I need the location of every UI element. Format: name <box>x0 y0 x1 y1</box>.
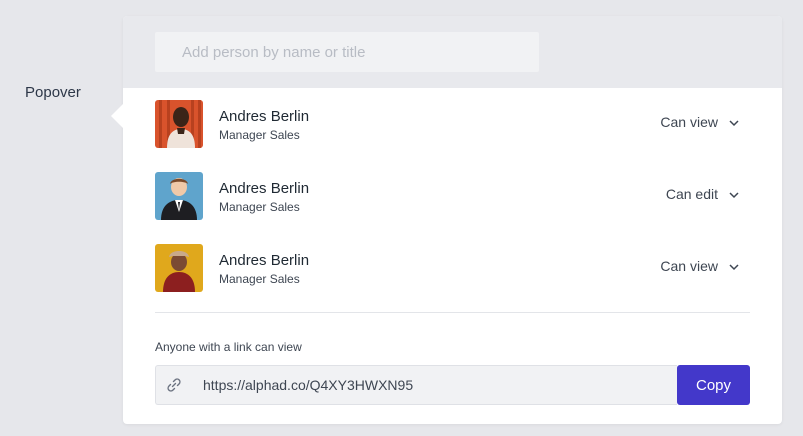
avatar <box>155 172 203 220</box>
person-name: Andres Berlin <box>219 252 310 269</box>
person-title: Manager Sales <box>219 200 300 214</box>
popover-header <box>123 16 782 88</box>
avatar <box>155 100 203 148</box>
link-icon <box>155 365 191 405</box>
chevron-down-icon <box>728 188 740 200</box>
person-name: Andres Berlin <box>219 108 310 125</box>
permission-label: Can view <box>660 114 718 130</box>
copy-link-button[interactable]: Copy <box>677 365 750 405</box>
add-person-search-input[interactable] <box>155 32 539 72</box>
divider <box>155 312 750 313</box>
permission-dropdown[interactable]: Can view <box>660 258 740 274</box>
avatar <box>155 244 203 292</box>
person-title: Manager Sales <box>219 128 300 142</box>
permission-label: Can view <box>660 258 718 274</box>
share-link-row: https://alphad.co/Q4XY3HWXN95 Copy <box>155 365 750 405</box>
person-row: Andres Berlin Manager Sales Can view <box>155 100 750 148</box>
popover-trigger-label[interactable]: Popover <box>25 84 81 101</box>
permission-dropdown[interactable]: Can edit <box>666 186 740 202</box>
chevron-down-icon <box>728 260 740 272</box>
person-title: Manager Sales <box>219 272 300 286</box>
permission-label: Can edit <box>665 186 718 202</box>
share-link-url-field[interactable]: https://alphad.co/Q4XY3HWXN95 <box>191 365 677 405</box>
chevron-down-icon <box>728 116 740 128</box>
person-name: Andres Berlin <box>219 180 310 197</box>
person-row: Andres Berlin Manager Sales Can view <box>155 244 750 292</box>
share-popover: Andres Berlin Manager Sales Can view And… <box>111 16 782 424</box>
popover-arrow <box>111 104 123 128</box>
permission-dropdown[interactable]: Can view <box>660 114 740 130</box>
person-row: Andres Berlin Manager Sales Can edit <box>155 172 750 220</box>
link-permission-note: Anyone with a link can view <box>155 340 302 354</box>
